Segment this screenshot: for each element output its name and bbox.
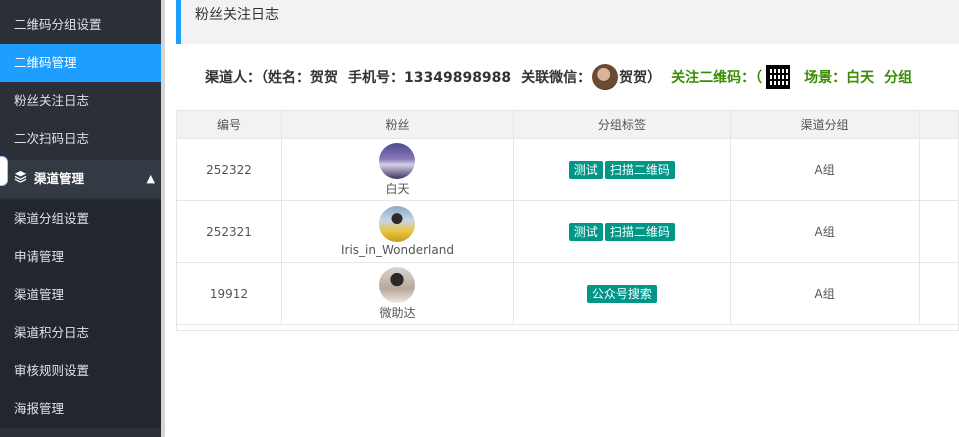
info-wechat-label: 关联微信： xyxy=(521,70,592,86)
cell-tags: 测试 扫描二维码 xyxy=(512,138,731,201)
qr-code-icon[interactable] xyxy=(766,65,791,89)
sidebar-item-application-management[interactable]: 申请管理 xyxy=(0,238,161,276)
cell-tags: 公众号搜索 xyxy=(512,262,731,325)
cell-fan: 白天 xyxy=(281,138,514,201)
sidebar-item-channel-group-settings[interactable]: 渠道分组设置 xyxy=(0,200,161,238)
cell-group: A组 xyxy=(729,138,920,201)
info-qr-label: 关注二维码：（ xyxy=(671,70,763,86)
table-header-row: 编号 粉丝 分组标签 渠道分组 xyxy=(176,110,959,139)
fan-name: 微助达 xyxy=(379,305,416,320)
tag-badge: 测试 xyxy=(568,160,603,179)
cell-id: 252322 xyxy=(176,138,282,201)
header-channel-group: 渠道分组 xyxy=(729,110,920,139)
sidebar: 二维码分组设置 二维码管理 粉丝关注日志 二次扫码日志 渠道管理 ▲ 渠道分组设… xyxy=(0,0,161,437)
cell-group: A组 xyxy=(729,262,920,325)
cell-extra xyxy=(918,138,959,201)
avatar xyxy=(379,266,416,303)
sidebar-item-review-rules[interactable]: 审核规则设置 xyxy=(0,352,161,390)
header-extra xyxy=(918,110,959,139)
tag-badge: 扫描二维码 xyxy=(604,222,675,241)
avatar xyxy=(379,142,416,179)
cell-fan: Iris_in_Wonderland xyxy=(281,200,514,263)
sidebar-item-channel-management[interactable]: 渠道管理 xyxy=(0,276,161,314)
page-title: 粉丝关注日志 xyxy=(195,7,279,23)
sidebar-divider xyxy=(161,0,165,437)
tag-badge: 扫描二维码 xyxy=(604,160,675,179)
table-footer xyxy=(176,324,959,331)
sidebar-item-poster-management[interactable]: 海报管理 xyxy=(0,390,161,428)
cell-fan: 微助达 xyxy=(281,262,514,325)
channel-person-info: 渠道人：（ 姓名：贺贺 手机号：13349898988 关联微信： 贺贺） 关注… xyxy=(205,62,912,92)
sidebar-item-rescan-log[interactable]: 二次扫码日志 xyxy=(0,120,161,158)
sidebar-collapse-handle[interactable] xyxy=(0,156,8,186)
fan-name: Iris_in_Wonderland xyxy=(341,243,454,257)
cell-extra xyxy=(918,262,959,325)
avatar xyxy=(379,206,416,242)
cell-id: 252321 xyxy=(176,200,282,263)
sidebar-item-fan-follow-log[interactable]: 粉丝关注日志 xyxy=(0,82,161,120)
sidebar-item-qr-management[interactable]: 二维码管理 xyxy=(0,44,161,82)
fan-name: 白天 xyxy=(385,181,410,196)
info-scene: 场景：白天 xyxy=(804,70,875,86)
caret-up-icon: ▲ xyxy=(146,172,155,185)
tag-badge: 公众号搜索 xyxy=(586,284,657,303)
info-prefix: 渠道人：（ xyxy=(205,70,268,86)
table-row: 252321 Iris_in_Wonderland 测试 扫描二维码 A组 xyxy=(176,200,959,263)
info-name: 姓名：贺贺 xyxy=(268,70,338,86)
cell-id: 19912 xyxy=(176,262,282,325)
sidebar-item-qr-group-settings[interactable]: 二维码分组设置 xyxy=(0,6,161,44)
sidebar-group-label: 渠道管理 xyxy=(34,171,85,186)
table-row: 19912 微助达 公众号搜索 A组 xyxy=(176,262,959,325)
info-group: 分组 xyxy=(884,70,913,86)
wechat-avatar xyxy=(592,64,619,90)
header-fan: 粉丝 xyxy=(281,110,514,139)
sidebar-item-channel-points-log[interactable]: 渠道积分日志 xyxy=(0,314,161,352)
header-tags: 分组标签 xyxy=(512,110,731,139)
tag-badge: 测试 xyxy=(568,222,603,241)
page-title-bar: 粉丝关注日志 xyxy=(176,0,959,44)
header-id: 编号 xyxy=(176,110,282,139)
info-phone: 手机号：13349898988 xyxy=(348,70,512,86)
cell-tags: 测试 扫描二维码 xyxy=(512,200,731,263)
sidebar-group-channel-management[interactable]: 渠道管理 ▲ xyxy=(0,160,161,198)
cell-extra xyxy=(918,200,959,263)
fan-log-table: 编号 粉丝 分组标签 渠道分组 252322 白天 测试 扫描二维码 A组 252… xyxy=(176,110,959,325)
cell-group: A组 xyxy=(729,200,920,263)
layers-icon xyxy=(14,160,28,198)
info-wechat-name: 贺贺） xyxy=(619,70,662,86)
table-row: 252322 白天 测试 扫描二维码 A组 xyxy=(176,138,959,201)
